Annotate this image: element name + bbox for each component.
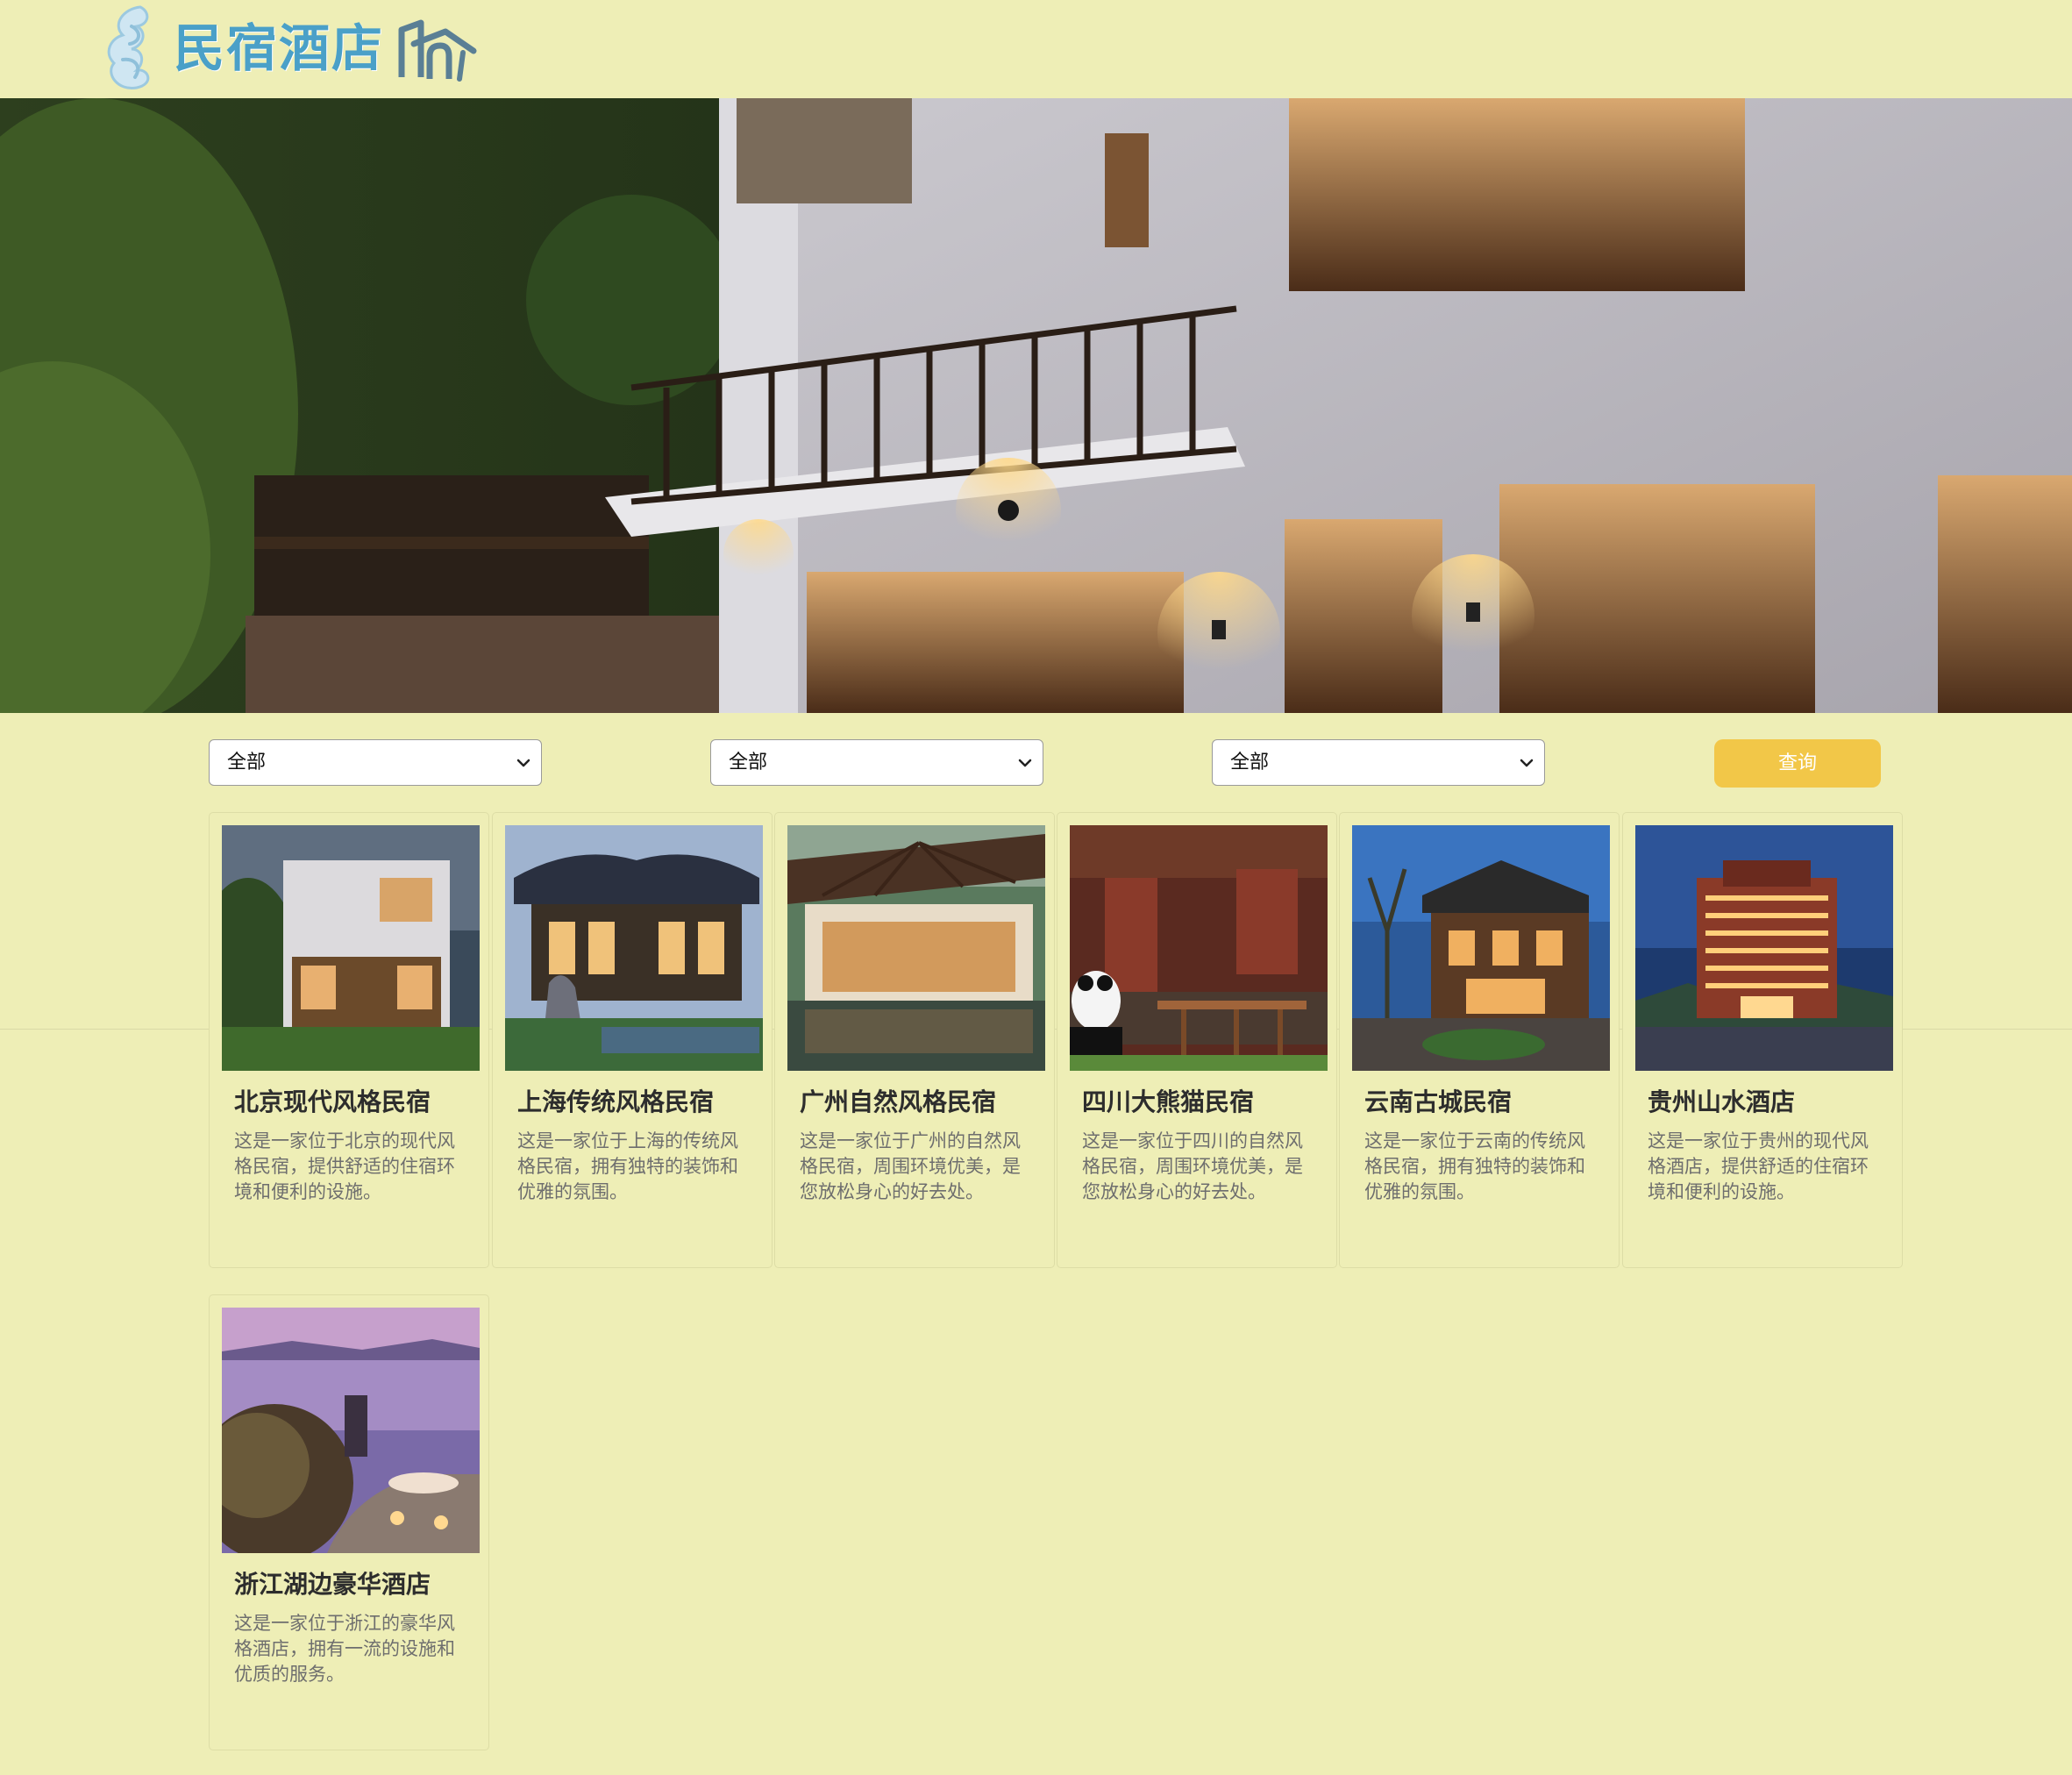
listing-photo[interactable]: [787, 825, 1045, 1071]
listing-title[interactable]: 上海传统风格民宿: [517, 1087, 763, 1118]
site-header: 民宿酒店: [0, 0, 2072, 98]
cloud-swirl-icon: [107, 5, 150, 89]
chevron-down-icon: [516, 759, 530, 767]
listing-photo[interactable]: [1352, 825, 1610, 1071]
listing-title[interactable]: 浙江湖边豪华酒店: [234, 1569, 480, 1600]
listing-description: 这是一家位于浙江的豪华风格酒店，拥有一流的设施和优质的服务。: [234, 1613, 455, 1685]
listing-description: 这是一家位于广州的自然风格民宿，周围环境优美，是您放松身心的好去处。: [800, 1130, 1021, 1202]
listing-title[interactable]: 北京现代风格民宿: [234, 1087, 480, 1118]
listing-card[interactable]: 广州自然风格民宿 这是一家位于广州的自然风格民宿，周围环境优美，是您放松身心的好…: [774, 812, 1055, 1268]
listing-card[interactable]: 北京现代风格民宿 这是一家位于北京的现代风格民宿，提供舒适的住宿环境和便利的设施…: [209, 812, 489, 1268]
filter-bar: 全部 全部 全部 查询: [0, 739, 2072, 788]
listing-title[interactable]: 四川大熊猫民宿: [1082, 1087, 1328, 1118]
listing-photo[interactable]: [222, 1308, 480, 1553]
listing-photo[interactable]: [222, 825, 480, 1071]
style-select-value: 全部: [729, 752, 768, 773]
listing-card[interactable]: 云南古城民宿 这是一家位于云南的传统风格民宿，拥有独特的装饰和优雅的氛围。: [1339, 812, 1620, 1268]
type-select[interactable]: 全部: [1212, 739, 1545, 786]
listing-photo[interactable]: [1070, 825, 1328, 1071]
chevron-down-icon: [1520, 759, 1534, 767]
listing-description: 这是一家位于上海的传统风格民宿，拥有独特的装饰和优雅的氛围。: [517, 1130, 738, 1202]
listing-description: 这是一家位于北京的现代风格民宿，提供舒适的住宿环境和便利的设施。: [234, 1130, 455, 1202]
chevron-down-icon: [1018, 759, 1032, 767]
listing-title[interactable]: 广州自然风格民宿: [800, 1087, 1045, 1118]
listing-photo[interactable]: [505, 825, 763, 1071]
listing-photo[interactable]: [1635, 825, 1893, 1071]
logo-text: 民宿酒店: [174, 18, 385, 78]
listing-description: 这是一家位于贵州的现代风格酒店，提供舒适的住宿环境和便利的设施。: [1648, 1130, 1869, 1202]
listing-description: 这是一家位于四川的自然风格民宿，周围环境优美，是您放松身心的好去处。: [1082, 1130, 1303, 1202]
region-select[interactable]: 全部: [209, 739, 542, 786]
hero-banner-image: [0, 98, 2072, 713]
listing-card[interactable]: 浙江湖边豪华酒店 这是一家位于浙江的豪华风格酒店，拥有一流的设施和优质的服务。: [209, 1294, 489, 1750]
house-logo-icon: [398, 19, 477, 82]
listing-title[interactable]: 贵州山水酒店: [1648, 1087, 1893, 1118]
region-select-value: 全部: [227, 752, 267, 773]
query-button[interactable]: 查询: [1714, 739, 1881, 788]
type-select-value: 全部: [1230, 752, 1270, 773]
style-select[interactable]: 全部: [710, 739, 1043, 786]
listing-card[interactable]: 上海传统风格民宿 这是一家位于上海的传统风格民宿，拥有独特的装饰和优雅的氛围。: [492, 812, 773, 1268]
listing-title[interactable]: 云南古城民宿: [1364, 1087, 1610, 1118]
listing-card[interactable]: 贵州山水酒店 这是一家位于贵州的现代风格酒店，提供舒适的住宿环境和便利的设施。: [1622, 812, 1903, 1268]
listing-description: 这是一家位于云南的传统风格民宿，拥有独特的装饰和优雅的氛围。: [1364, 1130, 1585, 1202]
listing-card[interactable]: 四川大熊猫民宿 这是一家位于四川的自然风格民宿，周围环境优美，是您放松身心的好去…: [1057, 812, 1337, 1268]
site-logo[interactable]: 民宿酒店: [96, 0, 482, 98]
